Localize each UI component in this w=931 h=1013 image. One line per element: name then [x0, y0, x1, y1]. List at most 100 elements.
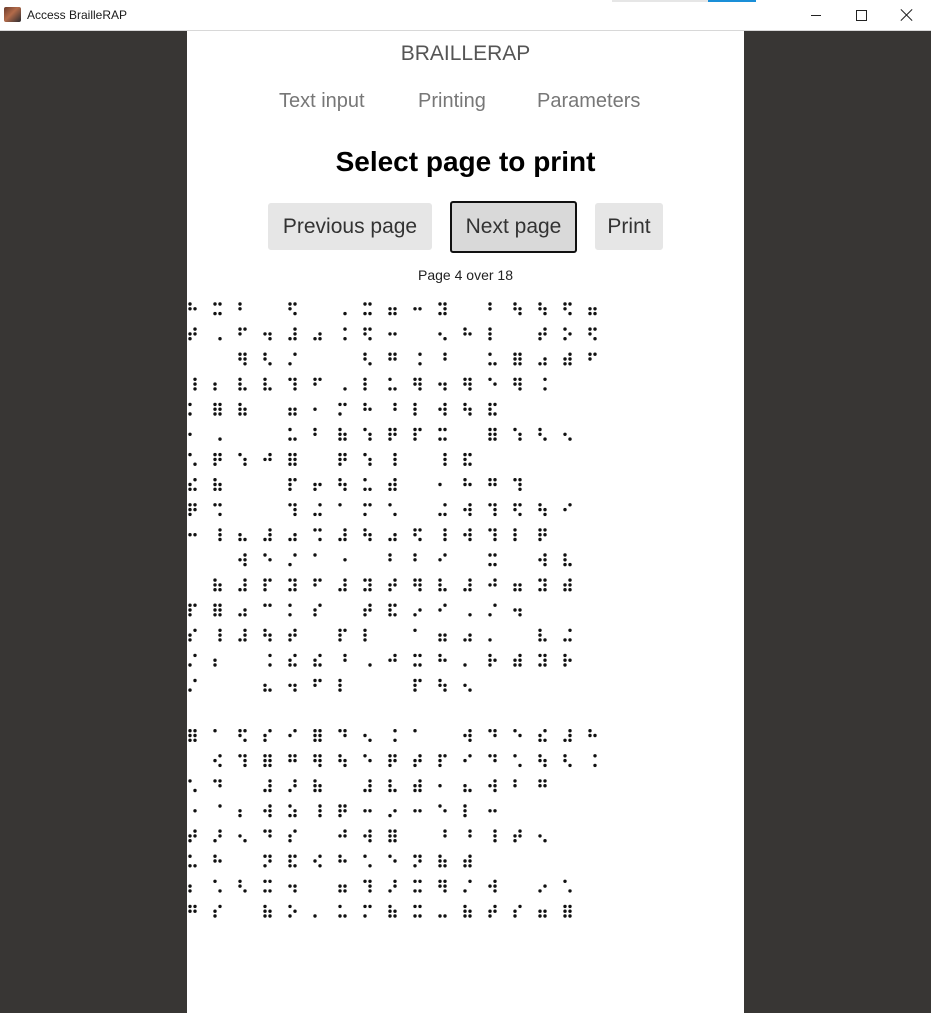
nav-text-input[interactable]: Text input [279, 90, 365, 118]
braille-dot [288, 307, 292, 311]
braille-dot [313, 583, 317, 587]
braille-dot [468, 407, 472, 411]
braille-dot [418, 382, 422, 386]
braille-dot [468, 578, 472, 582]
braille-dot [268, 603, 272, 607]
braille-dot [568, 738, 572, 742]
window-titlebar[interactable]: Access BrailleRAP [0, 0, 931, 31]
braille-dot [388, 763, 392, 768]
braille-dot [593, 763, 597, 768]
braille-dot [288, 754, 292, 758]
braille-dot [268, 859, 272, 863]
braille-dot [343, 432, 347, 436]
braille-dot [543, 578, 547, 582]
braille-dot [238, 537, 242, 542]
braille-dot [538, 578, 542, 582]
braille-dot [243, 537, 247, 542]
braille-dot [313, 663, 317, 667]
braille-dot [463, 332, 467, 336]
braille-dot [393, 478, 397, 482]
braille-dot [213, 729, 217, 733]
braille-dot [393, 512, 397, 517]
braille-dot [343, 528, 347, 532]
braille-dot [268, 779, 272, 783]
braille-dot [318, 332, 322, 336]
braille-dot [318, 729, 322, 733]
braille-dot [538, 533, 542, 537]
braille-dot [388, 854, 392, 858]
braille-dot [443, 683, 447, 687]
braille-dot [293, 512, 297, 517]
braille-dot [513, 608, 517, 612]
braille-dot [538, 628, 542, 632]
braille-dot [368, 462, 372, 466]
braille-dot [318, 578, 322, 582]
braille-dot [488, 562, 492, 567]
braille-dot [438, 512, 442, 517]
braille-dot [568, 638, 572, 642]
braille-dot [513, 528, 517, 532]
braille-dot [218, 829, 222, 833]
braille-dot [568, 588, 572, 592]
braille-dot [363, 904, 367, 909]
nav-printing[interactable]: Printing [418, 90, 486, 118]
braille-dot [388, 558, 392, 562]
close-button[interactable] [884, 0, 930, 30]
braille-dot [293, 503, 297, 507]
braille-dot [293, 452, 297, 457]
braille-dot [463, 638, 467, 642]
braille-dot [213, 487, 217, 491]
braille-dot [338, 588, 342, 592]
braille-dot [393, 914, 397, 918]
braille-dot [268, 457, 272, 462]
braille-dot [443, 889, 447, 893]
braille-dot [388, 307, 392, 311]
braille-dot [293, 377, 297, 381]
braille-dot [393, 653, 397, 658]
braille-dot [213, 482, 217, 487]
brand-title: BRAILLERAP [400, 42, 531, 65]
braille-dot [568, 362, 572, 366]
braille-dot [443, 859, 447, 863]
braille-dot [193, 904, 197, 909]
braille-dot [463, 784, 467, 788]
braille-dot [213, 412, 217, 416]
braille-dot [338, 758, 342, 763]
braille-dot [218, 834, 222, 838]
braille-dot [468, 503, 472, 507]
braille-dot [293, 829, 297, 833]
braille-dot [288, 452, 292, 457]
minimize-button[interactable] [793, 0, 839, 30]
braille-dot [493, 512, 497, 517]
braille-dot [388, 357, 392, 361]
braille-dot [338, 633, 342, 637]
braille-dot [238, 558, 242, 562]
braille-dot [288, 758, 292, 763]
braille-dot [538, 834, 542, 838]
braille-dot [563, 558, 567, 562]
braille-dot [218, 537, 222, 542]
nav-parameters[interactable]: Parameters [537, 90, 640, 118]
braille-dot [218, 889, 222, 893]
braille-dot [243, 638, 247, 642]
braille-dot [338, 432, 342, 436]
braille-dot [293, 729, 297, 733]
braille-dot [413, 533, 417, 537]
braille-dot [188, 452, 192, 457]
braille-dot [213, 879, 217, 883]
braille-dot [513, 478, 517, 482]
braille-dot [393, 387, 397, 391]
braille-dot [318, 758, 322, 763]
braille-dot [293, 412, 297, 416]
braille-dot [418, 608, 422, 612]
braille-dot [468, 859, 472, 863]
braille-dot [543, 437, 547, 441]
braille-dot [263, 537, 267, 542]
braille-dot [288, 859, 292, 863]
next-page-button[interactable]: Next page [450, 201, 577, 253]
braille-dot [368, 834, 372, 838]
previous-page-button[interactable]: Previous page [268, 203, 432, 250]
braille-dot [338, 889, 342, 893]
maximize-button[interactable] [838, 0, 884, 30]
print-button[interactable]: Print [595, 203, 663, 250]
